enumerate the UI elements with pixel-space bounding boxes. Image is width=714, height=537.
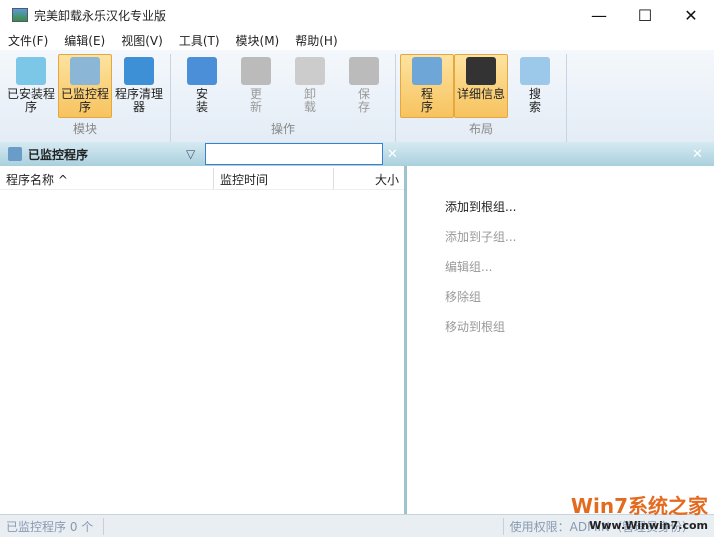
ribbon-group-label: 模块 xyxy=(72,122,97,136)
menu-item-0[interactable]: 文件(F) xyxy=(0,32,56,49)
ribbon-button-label: 程序清理器 xyxy=(114,87,163,114)
ribbon-button-label: 保存 xyxy=(357,87,370,114)
ribbon-button-1-0[interactable]: 安装 xyxy=(175,54,229,118)
ribbon-button-1-1[interactable]: 更新 xyxy=(229,54,283,118)
action-link-3[interactable]: 移除组 xyxy=(445,288,516,318)
ribbon-icon xyxy=(295,57,325,85)
ribbon-icon xyxy=(466,57,496,85)
maximize-button[interactable]: ☐ xyxy=(622,6,668,25)
ribbon-icon xyxy=(16,57,46,85)
ribbon-button-label: 卸载 xyxy=(303,87,316,114)
status-count: 已监控程序 0 个 xyxy=(0,517,104,535)
ribbon-icon xyxy=(520,57,550,85)
app-icon xyxy=(12,8,28,22)
ribbon: 已安装程序 已监控程序 程序清理器 模块 安装 更新 卸载 保存 操作 程序 详细信息 搜索 布局 xyxy=(0,50,714,150)
action-link-1[interactable]: 添加到子组... xyxy=(445,228,516,258)
pane-splitter[interactable] xyxy=(404,166,407,514)
ribbon-button-0-2[interactable]: 程序清理器 xyxy=(112,54,166,118)
ribbon-group-0: 已安装程序 已监控程序 程序清理器模块 xyxy=(0,54,171,149)
ribbon-button-label: 更新 xyxy=(249,87,262,114)
ribbon-button-1-2[interactable]: 卸载 xyxy=(283,54,337,118)
menu-bar: 文件(F) 编辑(E) 视图(V) 工具(T) 模块(M) 帮助(H) xyxy=(0,30,714,50)
ribbon-button-2-2[interactable]: 搜索 xyxy=(508,54,562,118)
menu-item-2[interactable]: 视图(V) xyxy=(113,32,171,49)
action-link-4[interactable]: 移动到根组 xyxy=(445,318,516,348)
action-list: 添加到根组... 添加到子组... 编辑组... 移除组 移动到根组 xyxy=(445,198,516,348)
ribbon-group-2: 程序 详细信息 搜索布局 xyxy=(396,54,567,149)
ribbon-group-label: 操作 xyxy=(270,122,295,136)
title-bar: 完美卸载永乐汉化专业版 — ☐ ✕ xyxy=(0,0,714,30)
action-link-2[interactable]: 编辑组... xyxy=(445,258,516,288)
ribbon-button-label: 程序 xyxy=(420,87,433,114)
ribbon-icon xyxy=(349,57,379,85)
menu-item-5[interactable]: 帮助(H) xyxy=(287,32,345,49)
clear-filter-icon[interactable]: ✕ xyxy=(387,147,398,162)
ribbon-icon xyxy=(412,57,442,85)
ribbon-button-1-3[interactable]: 保存 xyxy=(337,54,391,118)
ribbon-icon xyxy=(70,57,100,85)
action-link-0[interactable]: 添加到根组... xyxy=(445,198,516,228)
panel-header: 已监控程序 ▽ ✕ ✕ xyxy=(0,142,714,166)
ribbon-button-2-0[interactable]: 程序 xyxy=(400,54,454,118)
ribbon-icon xyxy=(124,57,154,85)
watermark-brand: Win7系统之家 xyxy=(570,494,708,518)
ribbon-icon xyxy=(241,57,271,85)
filter-icon[interactable]: ▽ xyxy=(186,147,195,161)
close-panel-icon[interactable]: ✕ xyxy=(692,147,703,162)
watermark: Win7系统之家 Www.Winwin7.com xyxy=(571,490,708,532)
menu-item-4[interactable]: 模块(M) xyxy=(228,32,288,49)
column-monitor-time[interactable]: 监控时间 xyxy=(214,168,334,189)
menu-item-3[interactable]: 工具(T) xyxy=(171,32,228,49)
ribbon-button-0-1[interactable]: 已监控程序 xyxy=(58,54,112,118)
menu-item-1[interactable]: 编辑(E) xyxy=(56,32,113,49)
ribbon-group-label: 布局 xyxy=(468,122,493,136)
ribbon-group-1: 安装 更新 卸载 保存操作 xyxy=(171,54,396,149)
panel-title: 已监控程序 xyxy=(28,147,89,162)
ribbon-button-label: 已监控程序 xyxy=(60,87,109,114)
minimize-button[interactable]: — xyxy=(576,6,622,25)
ribbon-button-label: 搜索 xyxy=(528,87,541,114)
window-title: 完美卸载永乐汉化专业版 xyxy=(34,8,167,23)
watermark-url: Www.Winwin7.com xyxy=(589,519,708,532)
ribbon-button-0-0[interactable]: 已安装程序 xyxy=(4,54,58,118)
column-headers: 程序名称 ^ 监控时间 大小 xyxy=(0,168,405,190)
ribbon-icon xyxy=(187,57,217,85)
close-button[interactable]: ✕ xyxy=(668,6,714,25)
ribbon-button-label: 详细信息 xyxy=(456,87,505,101)
column-name[interactable]: 程序名称 ^ xyxy=(0,168,214,189)
monitor-icon xyxy=(8,147,22,161)
column-size[interactable]: 大小 xyxy=(334,168,405,189)
ribbon-button-2-1[interactable]: 详细信息 xyxy=(454,54,508,118)
ribbon-button-label: 安装 xyxy=(195,87,208,114)
ribbon-button-label: 已安装程序 xyxy=(6,87,55,114)
filter-input[interactable] xyxy=(205,143,383,165)
